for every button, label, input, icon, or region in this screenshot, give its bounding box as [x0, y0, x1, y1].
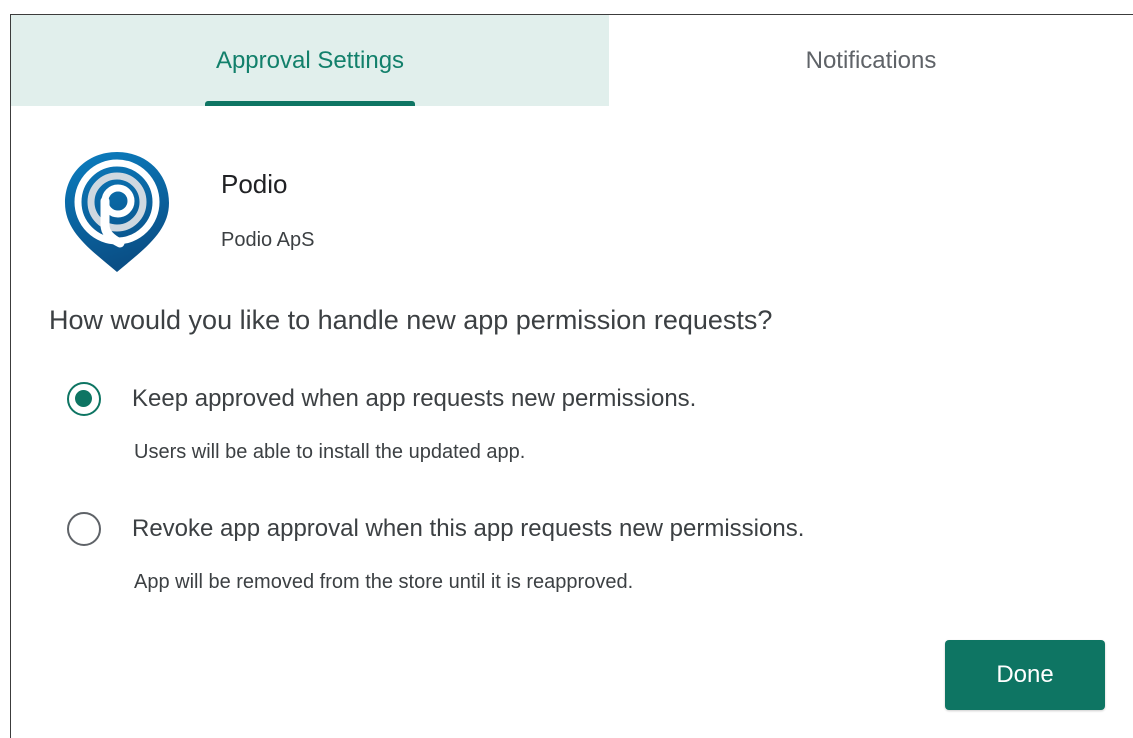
option-keep-approved[interactable]: Keep approved when app requests new perm…	[67, 382, 696, 416]
approval-settings-dialog: Approval Settings Notifications Podio Po…	[10, 14, 1133, 738]
option-revoke-approval-description: App will be removed from the store until…	[134, 571, 634, 593]
done-button[interactable]: Done	[945, 640, 1105, 710]
option-keep-approved-description: Users will be able to install the update…	[134, 441, 526, 463]
tab-bar: Approval Settings Notifications	[11, 15, 1133, 106]
tab-approval-settings-label: Approval Settings	[215, 46, 405, 74]
option-revoke-approval[interactable]: Revoke app approval when this app reques…	[67, 512, 804, 546]
active-tab-indicator	[205, 101, 415, 106]
radio-revoke-approval[interactable]	[67, 512, 101, 546]
tab-approval-settings[interactable]: Approval Settings	[11, 15, 609, 106]
permission-question: How would you like to handle new app per…	[49, 305, 773, 335]
app-vendor: Podio ApS	[221, 229, 315, 251]
radio-keep-approved[interactable]	[67, 382, 101, 416]
podio-logo-icon	[61, 149, 173, 275]
tab-notifications-label: Notifications	[805, 46, 937, 74]
radio-selected-dot	[75, 390, 92, 407]
tab-notifications[interactable]: Notifications	[609, 15, 1133, 106]
option-keep-approved-label: Keep approved when app requests new perm…	[132, 385, 697, 412]
app-name: Podio	[221, 169, 288, 199]
option-revoke-approval-label: Revoke app approval when this app reques…	[132, 515, 805, 542]
